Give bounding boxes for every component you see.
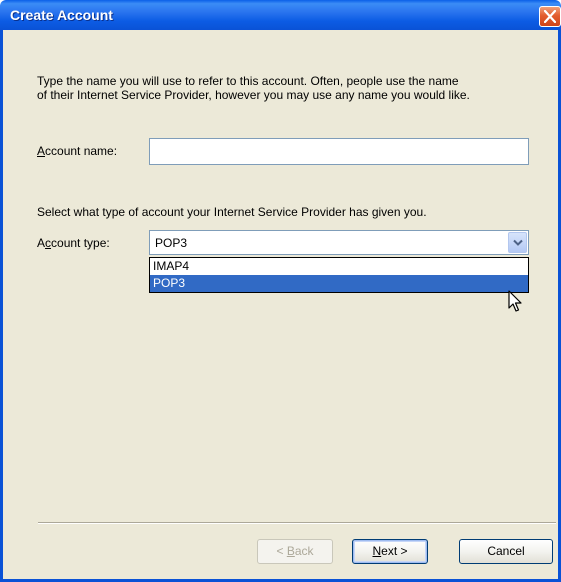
next-button[interactable]: Next >: [352, 539, 428, 564]
account-name-label-mnemonic: A: [37, 144, 46, 158]
account-name-label: Account name:: [37, 144, 117, 158]
account-type-select[interactable]: POP3: [149, 230, 529, 255]
account-type-prompt: Select what type of account your Interne…: [37, 205, 427, 219]
account-type-label-rest: count type:: [51, 236, 110, 250]
back-button-rest: ack: [294, 544, 314, 558]
footer-divider: [38, 522, 556, 524]
dialog-body: [0, 30, 561, 582]
dropdown-option-pop3[interactable]: POP3: [150, 275, 528, 292]
account-type-selected-value: POP3: [155, 236, 188, 250]
chevron-down-icon: [513, 239, 523, 246]
create-account-dialog: Create Account Type the name you will us…: [0, 0, 561, 582]
window-title: Create Account: [10, 7, 113, 23]
next-button-rest: ext >: [381, 544, 408, 558]
intro-text: Type the name you will use to refer to t…: [37, 74, 537, 102]
title-bar[interactable]: Create Account: [0, 0, 561, 30]
back-button-prefix: <: [276, 544, 287, 558]
cancel-button[interactable]: Cancel: [459, 539, 553, 564]
intro-line-1: Type the name you will use to refer to t…: [37, 74, 459, 88]
account-type-label-pre: A: [37, 236, 46, 250]
close-icon: [544, 10, 556, 23]
account-type-label: Account type:: [37, 236, 110, 250]
intro-line-2: of their Internet Service Provider, howe…: [37, 88, 470, 102]
next-button-mnemonic: N: [372, 544, 382, 558]
dropdown-button[interactable]: [508, 232, 527, 253]
mouse-pointer-icon: [508, 290, 522, 312]
account-name-label-rest: ccount name:: [45, 144, 118, 158]
dropdown-option-imap4[interactable]: IMAP4: [150, 258, 528, 275]
close-button[interactable]: [539, 6, 561, 27]
back-button-mnemonic: B: [286, 544, 295, 558]
account-type-dropdown-list: IMAP4 POP3: [149, 257, 529, 293]
back-button[interactable]: < Back: [257, 539, 333, 564]
account-name-input[interactable]: [149, 138, 529, 165]
